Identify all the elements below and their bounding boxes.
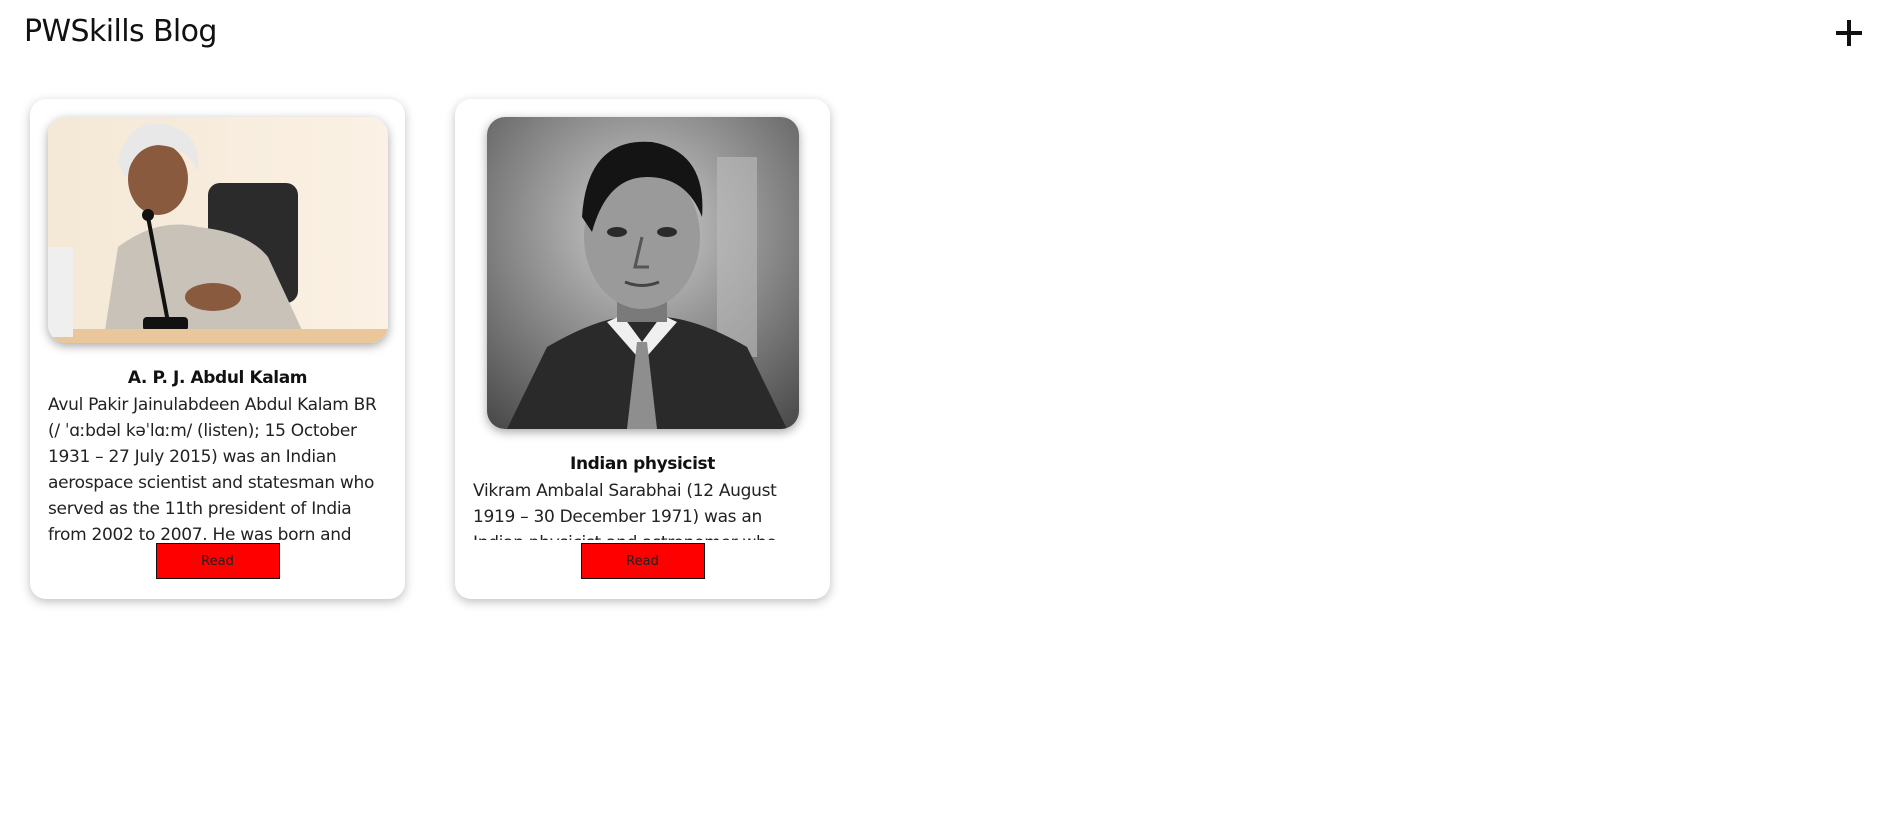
card-body: Avul Pakir Jainulabdeen Abdul Kalam BR (… (48, 395, 377, 542)
blog-card: A. P. J. Abdul Kalam Avul Pakir Jainulab… (30, 99, 405, 599)
card-image-wrapper (30, 99, 405, 343)
add-post-button[interactable] (1826, 10, 1872, 56)
blog-card: Indian physicist Vikram Ambalal Sarabhai… (455, 99, 830, 599)
card-title: A. P. J. Abdul Kalam (127, 368, 308, 388)
card-body: Vikram Ambalal Sarabhai (12 August 1919 … (473, 481, 777, 540)
read-button[interactable]: Read (155, 543, 280, 579)
page-title: PWSkills Blog (24, 14, 217, 49)
app-header: PWSkills Blog (0, 0, 1898, 70)
blog-card-grid: A. P. J. Abdul Kalam Avul Pakir Jainulab… (30, 99, 830, 599)
card-image (47, 117, 388, 343)
plus-icon (1836, 20, 1862, 46)
card-title: Indian physicist (570, 454, 715, 474)
card-image (486, 117, 799, 429)
card-image-wrapper (455, 99, 830, 429)
read-button[interactable]: Read (580, 543, 705, 579)
